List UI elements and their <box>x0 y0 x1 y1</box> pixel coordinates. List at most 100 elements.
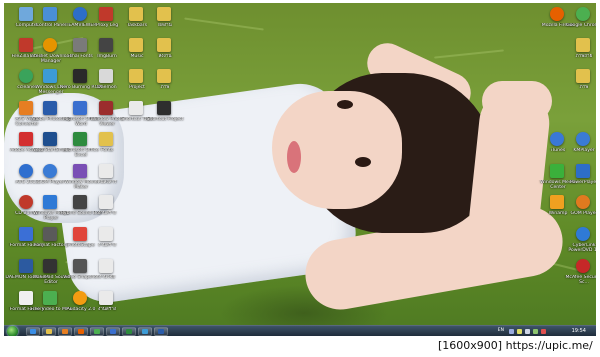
taskbar-button-media[interactable] <box>58 327 72 336</box>
taskbar-button-messenger[interactable] <box>138 327 152 336</box>
folder-icon <box>157 69 171 83</box>
daemon-icon <box>99 69 113 83</box>
desktop-icon[interactable]: CyberLink PowerDVD 11 <box>561 225 596 259</box>
desktop-icon-label: KMPlayer <box>573 148 595 153</box>
media-player-icon <box>62 329 68 334</box>
grass-detail <box>184 17 264 31</box>
desktop-icon[interactable]: งานสร้าง <box>84 225 130 259</box>
idm-icon <box>43 38 57 52</box>
folder-icon <box>129 7 143 21</box>
format-icon <box>43 227 57 241</box>
desktop-icon-label: ภาพถ่าย <box>575 54 593 59</box>
wmp-icon <box>43 195 57 209</box>
gom-icon <box>43 164 57 178</box>
file-icon <box>129 101 143 115</box>
wallpaper-hand <box>482 81 552 121</box>
antivirus-tray-icon[interactable] <box>541 329 546 334</box>
desktop-icon-label: งานสร้าง <box>97 307 117 312</box>
file-icon <box>99 227 113 241</box>
desktop-icon[interactable]: Google Chrome <box>561 5 596 39</box>
proxy-icon <box>99 7 113 21</box>
taskbar-button-excel[interactable] <box>122 327 136 336</box>
control-panel-icon <box>43 7 57 21</box>
desktop-icon-label: งานสร้าง <box>97 243 117 248</box>
nero-icon <box>43 132 57 146</box>
network-icon[interactable] <box>509 329 514 334</box>
desktop-icon[interactable]: KMPlayer <box>561 130 596 164</box>
folder-icon <box>157 7 171 21</box>
folder-icon <box>129 69 143 83</box>
imgburn-icon <box>99 38 113 52</box>
taskbar-button-ie[interactable] <box>26 327 40 336</box>
wavepad-icon <box>43 259 57 273</box>
desktop-icon[interactable]: GOM Player <box>561 193 596 227</box>
taskbar-button-word[interactable] <box>106 327 120 336</box>
desktop-icon-label: ส่งงาน <box>158 54 172 59</box>
taskbar-button-explorer[interactable] <box>42 327 56 336</box>
desktop-icon[interactable]: งานสร้าง <box>84 193 130 227</box>
desktop-icon[interactable]: Fonts <box>84 130 130 164</box>
desktop-icon[interactable]: ส่งงาน <box>142 36 188 70</box>
screenshot-frame: Computer FileZilla 3.5.3 ccleaner AVS Video… <box>0 0 600 357</box>
desktop-icon[interactable]: คนส่งสาร <box>84 162 130 196</box>
desktop-icon-label: Fonts <box>100 148 114 153</box>
desktop-icon-label: ผลงาน <box>158 23 172 28</box>
file-icon <box>99 259 113 273</box>
internet-explorer-icon <box>30 329 36 334</box>
folder-icon <box>576 69 590 83</box>
firefox-icon <box>78 329 84 334</box>
image-caption: [1600x900] https://upic.me/ <box>438 339 593 352</box>
taskbar: EN 19:54 <box>4 325 596 336</box>
desktop-icon[interactable]: PowerPlayer <box>561 162 596 196</box>
kmplayer-icon <box>576 132 590 146</box>
language-indicator[interactable]: EN <box>498 328 504 333</box>
taskbar-button-photoshop[interactable] <box>154 327 168 336</box>
desktop-icon-label: ภาพ <box>160 85 170 90</box>
battery-icon[interactable] <box>533 329 538 334</box>
desktop-icon[interactable]: McAfee Security Sc... <box>561 257 596 291</box>
chrome-icon <box>94 329 100 334</box>
powerplayer-icon <box>576 164 590 178</box>
messenger-icon <box>142 329 148 334</box>
powerdvd-icon <box>576 227 590 241</box>
desktop-icon[interactable]: งานวิจัย <box>84 257 130 291</box>
desktop-icon-label: คนส่งสาร <box>97 180 117 185</box>
grass-detail <box>434 49 504 59</box>
desktop-icon[interactable]: Shortcut Project <box>142 99 188 133</box>
desktop-icon[interactable]: ภาพ <box>142 67 188 101</box>
desktop-icon-label: Shortcut Project <box>146 117 184 122</box>
volume-icon[interactable] <box>525 329 530 334</box>
desktop-icon[interactable]: ผลงาน <box>142 5 188 39</box>
folder-icon <box>157 38 171 52</box>
file-icon <box>99 291 113 305</box>
folder-icon <box>99 132 113 146</box>
desktop-icon-label: GOM Player <box>570 211 596 216</box>
taskbar-button-firefox[interactable] <box>74 327 88 336</box>
start-button[interactable] <box>7 326 18 336</box>
desktop-icon-label: Google Chrome <box>566 23 596 28</box>
desktop-icon-label: CyberLink PowerDVD 11 <box>568 243 596 254</box>
wallpaper-eye <box>355 157 371 167</box>
desktop-icon-label: งานสร้าง <box>97 211 117 216</box>
desktop-icon[interactable]: ภาพถ่าย <box>561 36 596 70</box>
wallpaper-eye <box>337 100 353 109</box>
caption-url[interactable]: https://upic.me/ <box>506 339 593 352</box>
photoshop-icon <box>158 329 164 334</box>
mcafee-icon <box>576 259 590 273</box>
desktop-icon-label: McAfee Security Sc... <box>565 275 596 286</box>
excel-icon <box>126 329 132 334</box>
flag-icon[interactable] <box>517 329 522 334</box>
file-icon <box>99 195 113 209</box>
word-icon <box>110 329 116 334</box>
desktop-icon-label: PowerPlayer <box>569 180 596 185</box>
mp3-icon <box>43 291 57 305</box>
taskbar-button-chrome[interactable] <box>90 327 104 336</box>
gom-icon <box>576 195 590 209</box>
desktop-icon[interactable]: ภาพ <box>561 67 596 101</box>
desktop-icon-label: ภาพ <box>579 85 589 90</box>
caption-resolution: [1600x900] <box>438 339 503 352</box>
folder-icon <box>129 38 143 52</box>
desktop-icon[interactable]: งานสร้าง <box>84 289 130 323</box>
photoshop-icon <box>43 101 57 115</box>
clock[interactable]: 19:54 <box>572 328 586 334</box>
